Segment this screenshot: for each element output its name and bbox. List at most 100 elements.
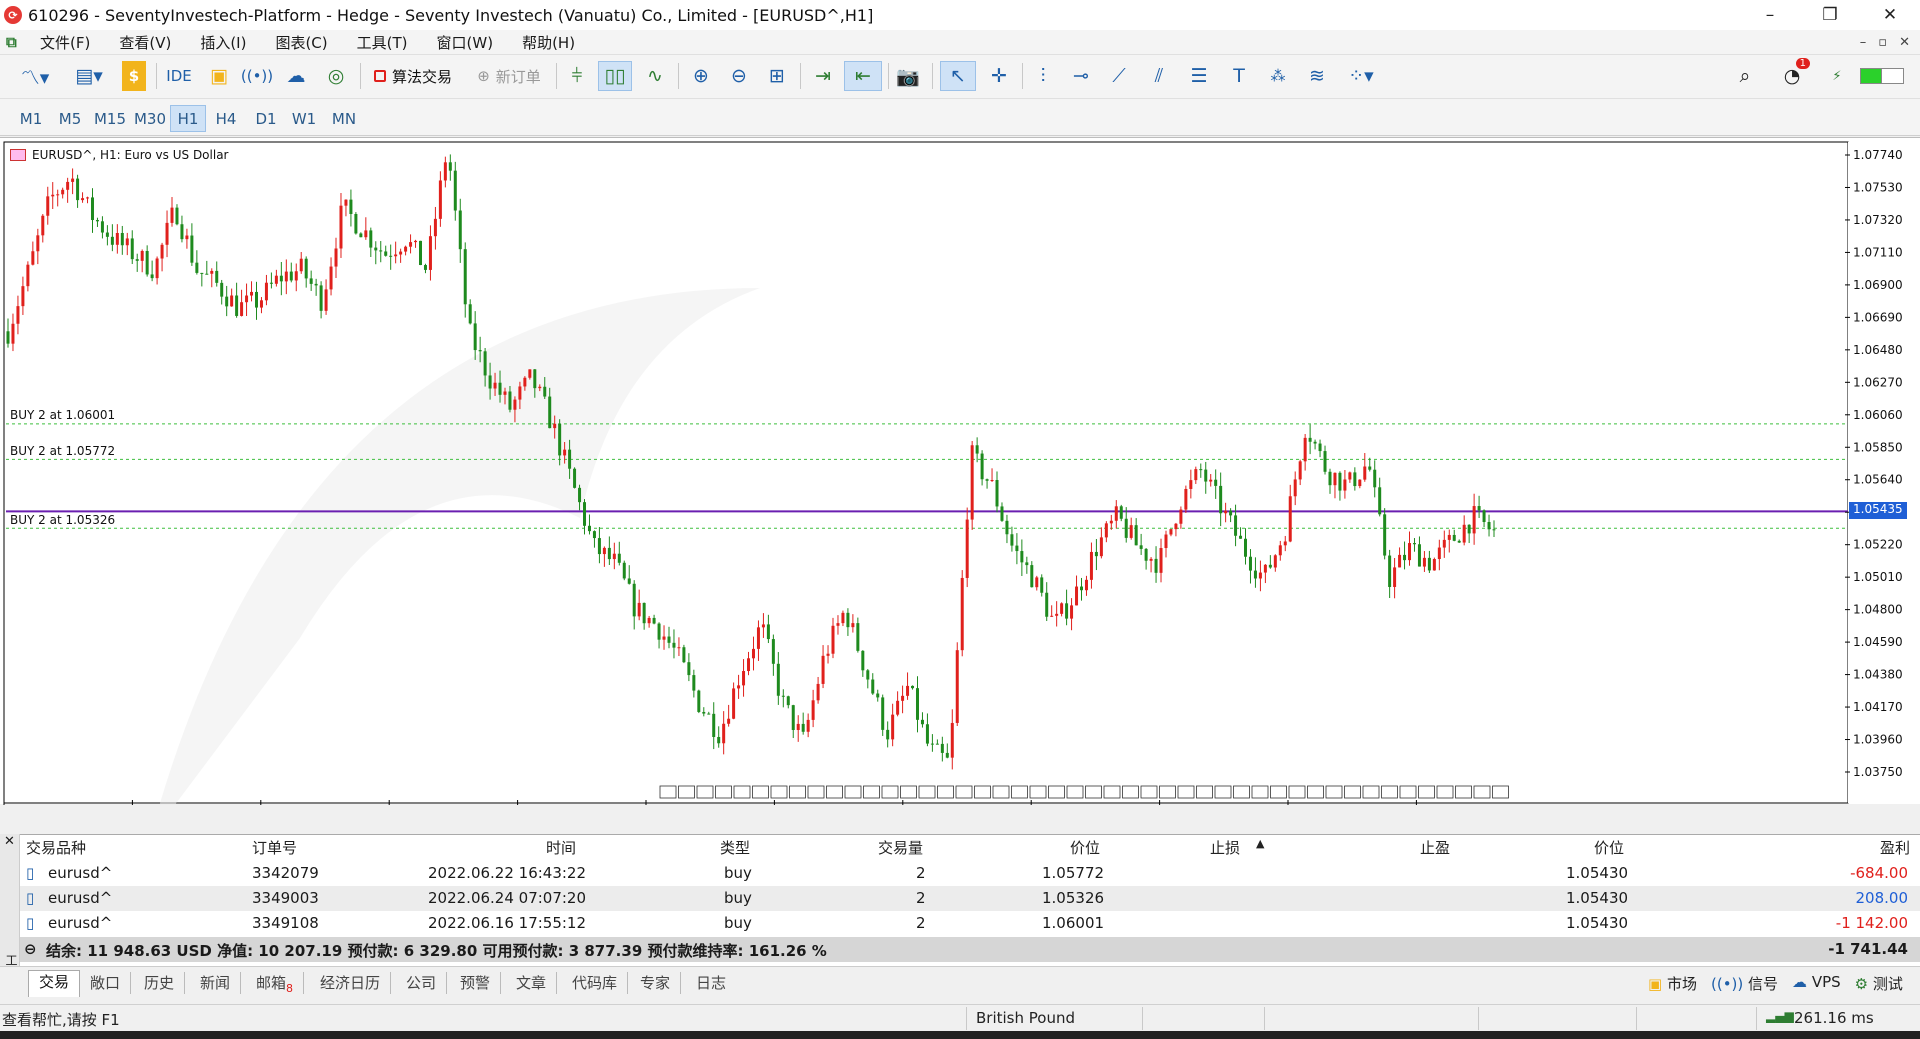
candlestick-chart-icon[interactable]: ▯▯ [598, 61, 632, 91]
trendline-icon[interactable]: ⟋ [1104, 61, 1134, 91]
tab-news[interactable]: 新闻 [190, 972, 242, 994]
tf-m30[interactable]: M30 [130, 105, 170, 132]
candle-body [1104, 523, 1108, 538]
tab-experts[interactable]: 专家 [630, 972, 682, 994]
tf-m5[interactable]: M5 [52, 105, 88, 132]
menu-file[interactable]: 文件(F) [40, 32, 90, 53]
table-row[interactable]: ▯ eurusd^ 3349108 2022.06.16 17:55:12 bu… [20, 911, 1920, 936]
status-profile[interactable]: British Pound [976, 1009, 1075, 1027]
menu-charts[interactable]: 图表(C) [275, 32, 327, 53]
menu-help[interactable]: 帮助(H) [522, 32, 575, 53]
col-profit[interactable]: 盈利 [1880, 837, 1910, 857]
candle-body [225, 296, 229, 307]
tab-economic-calendar[interactable]: 经济日历 [310, 972, 392, 994]
market-link[interactable]: ▣ 市场 [1648, 973, 1697, 994]
tab-company[interactable]: 公司 [396, 972, 448, 994]
zoom-in-icon[interactable]: ⊕ [686, 61, 716, 91]
templates-icon[interactable]: ▤▾ [66, 61, 112, 91]
signals-link[interactable]: ((•)) 信号 [1711, 973, 1778, 994]
candle-body [920, 719, 924, 725]
doc-close-button[interactable]: ✕ [1899, 35, 1910, 50]
col-tp[interactable]: 止盈 [1420, 837, 1450, 857]
chart-shift-icon[interactable]: ⇤ [844, 61, 882, 91]
tf-w1[interactable]: W1 [286, 105, 322, 132]
tab-exposure[interactable]: 敞口 [80, 972, 132, 994]
menu-tools[interactable]: 工具(T) [357, 32, 408, 53]
tf-m15[interactable]: M15 [90, 105, 130, 132]
channel-icon[interactable]: ⫽ [1144, 61, 1174, 91]
collapse-icon[interactable]: ⊖ [24, 940, 37, 958]
tile-windows-icon[interactable]: ⊞ [762, 61, 792, 91]
minimize-button[interactable]: – [1740, 0, 1800, 30]
tab-mailbox[interactable]: 邮箱8 [246, 972, 305, 995]
tab-journal[interactable]: 日志 [686, 972, 736, 994]
menu-window[interactable]: 窗口(W) [437, 32, 494, 53]
tab-code-base[interactable]: 代码库 [562, 972, 629, 994]
fibonacci-icon[interactable]: ☰ [1184, 61, 1214, 91]
tab-alerts[interactable]: 预警 [450, 972, 502, 994]
tab-articles[interactable]: 文章 [506, 972, 558, 994]
crosshair-icon[interactable]: ✛ [984, 61, 1014, 91]
table-row[interactable]: ▯ eurusd^ 3349003 2022.06.24 07:07:20 bu… [20, 886, 1920, 911]
candle-body [274, 275, 278, 284]
store-bag-icon[interactable]: ▣ [206, 61, 232, 91]
horizontal-line-icon[interactable]: ⊸ [1066, 61, 1096, 91]
gann-icon[interactable]: ≋ [1302, 61, 1332, 91]
price-tick-label: 1.04380 [1853, 668, 1903, 682]
screenshot-icon[interactable]: 📷 [892, 61, 924, 91]
col-type[interactable]: 类型 [720, 837, 750, 857]
new-order-button[interactable]: ⊕ 新订单 [470, 61, 548, 91]
connection-status-icon[interactable] [1854, 61, 1910, 91]
menu-insert[interactable]: 插入(I) [200, 32, 246, 53]
signals-icon[interactable]: ((•)) [241, 61, 273, 91]
chart-menu-icon[interactable]: ⧉ [6, 33, 24, 51]
chart-window[interactable]: 1.07740 1.07530 1.07320 1.07110 1.06900 1.066… [0, 137, 1920, 805]
search-icon[interactable]: ⌕ [1730, 61, 1760, 91]
market-icon[interactable]: $ [122, 61, 146, 91]
col-time[interactable]: 时间 [546, 837, 576, 857]
autoscroll-icon[interactable]: ⇥ [806, 61, 840, 91]
algo-trading-button[interactable]: 算法交易 [368, 61, 458, 91]
vps-status-icon[interactable]: ⚡ [1824, 61, 1850, 91]
tf-d1[interactable]: D1 [248, 105, 284, 132]
close-button[interactable]: ✕ [1860, 0, 1920, 30]
price-chart[interactable]: 1.07740 1.07530 1.07320 1.07110 1.06900 1.066… [0, 138, 1920, 805]
tab-trade[interactable]: 交易 [28, 970, 81, 997]
notifications-icon[interactable]: ◔ 1 [1772, 58, 1812, 91]
maximize-button[interactable]: ❐ [1800, 0, 1860, 30]
tf-m1[interactable]: M1 [12, 105, 50, 132]
tf-mn[interactable]: MN [324, 105, 364, 132]
table-row[interactable]: ▯ eurusd^ 3342079 2022.06.22 16:43:22 bu… [20, 861, 1920, 886]
tf-h4[interactable]: H4 [208, 105, 244, 132]
col-symbol[interactable]: 交易品种 [26, 837, 86, 857]
vertical-line-icon[interactable]: ⫶ [1028, 61, 1058, 91]
col-volume[interactable]: 交易量 [878, 837, 923, 857]
shapes-icon[interactable]: ⁘▾ [1340, 61, 1382, 91]
doc-restore-button[interactable]: ▫ [1878, 35, 1887, 50]
chart-type-icon[interactable]: 〽▾ [12, 61, 58, 91]
menu-view[interactable]: 查看(V) [119, 32, 171, 53]
candle-body [950, 722, 954, 758]
bar-chart-icon[interactable]: ⫩ [562, 61, 592, 91]
col-open-price[interactable]: 价位 [1070, 837, 1100, 857]
tab-history[interactable]: 历史 [134, 972, 186, 994]
col-sl[interactable]: 止损 [1210, 837, 1240, 857]
vps-globe-icon[interactable]: ◎ [322, 61, 350, 91]
tester-link[interactable]: ⚙ 测试 [1855, 973, 1903, 994]
vps-link[interactable]: ☁ VPS [1792, 973, 1841, 994]
doc-minimize-button[interactable]: – [1860, 35, 1867, 50]
zoom-out-icon[interactable]: ⊖ [724, 61, 754, 91]
account-summary-row[interactable]: ⊖ 结余: 11 948.63 USD 净值: 10 207.19 预付款: 6… [20, 937, 1920, 962]
candle-body [1070, 605, 1074, 619]
ide-button[interactable]: IDE [164, 61, 194, 91]
text-tool-icon[interactable]: T [1224, 61, 1254, 91]
col-ticket[interactable]: 订单号 [252, 837, 297, 857]
toolbox-close-icon[interactable]: ✕ [4, 834, 15, 849]
candle-body [100, 221, 104, 233]
cloud-icon[interactable]: ☁ [282, 61, 310, 91]
elliott-wave-icon[interactable]: ⁂ [1262, 61, 1294, 91]
line-chart-icon[interactable]: ∿ [640, 61, 670, 91]
col-price[interactable]: 价位 [1594, 837, 1624, 857]
tf-h1[interactable]: H1 [170, 105, 206, 132]
cursor-icon[interactable]: ↖ [940, 61, 976, 91]
